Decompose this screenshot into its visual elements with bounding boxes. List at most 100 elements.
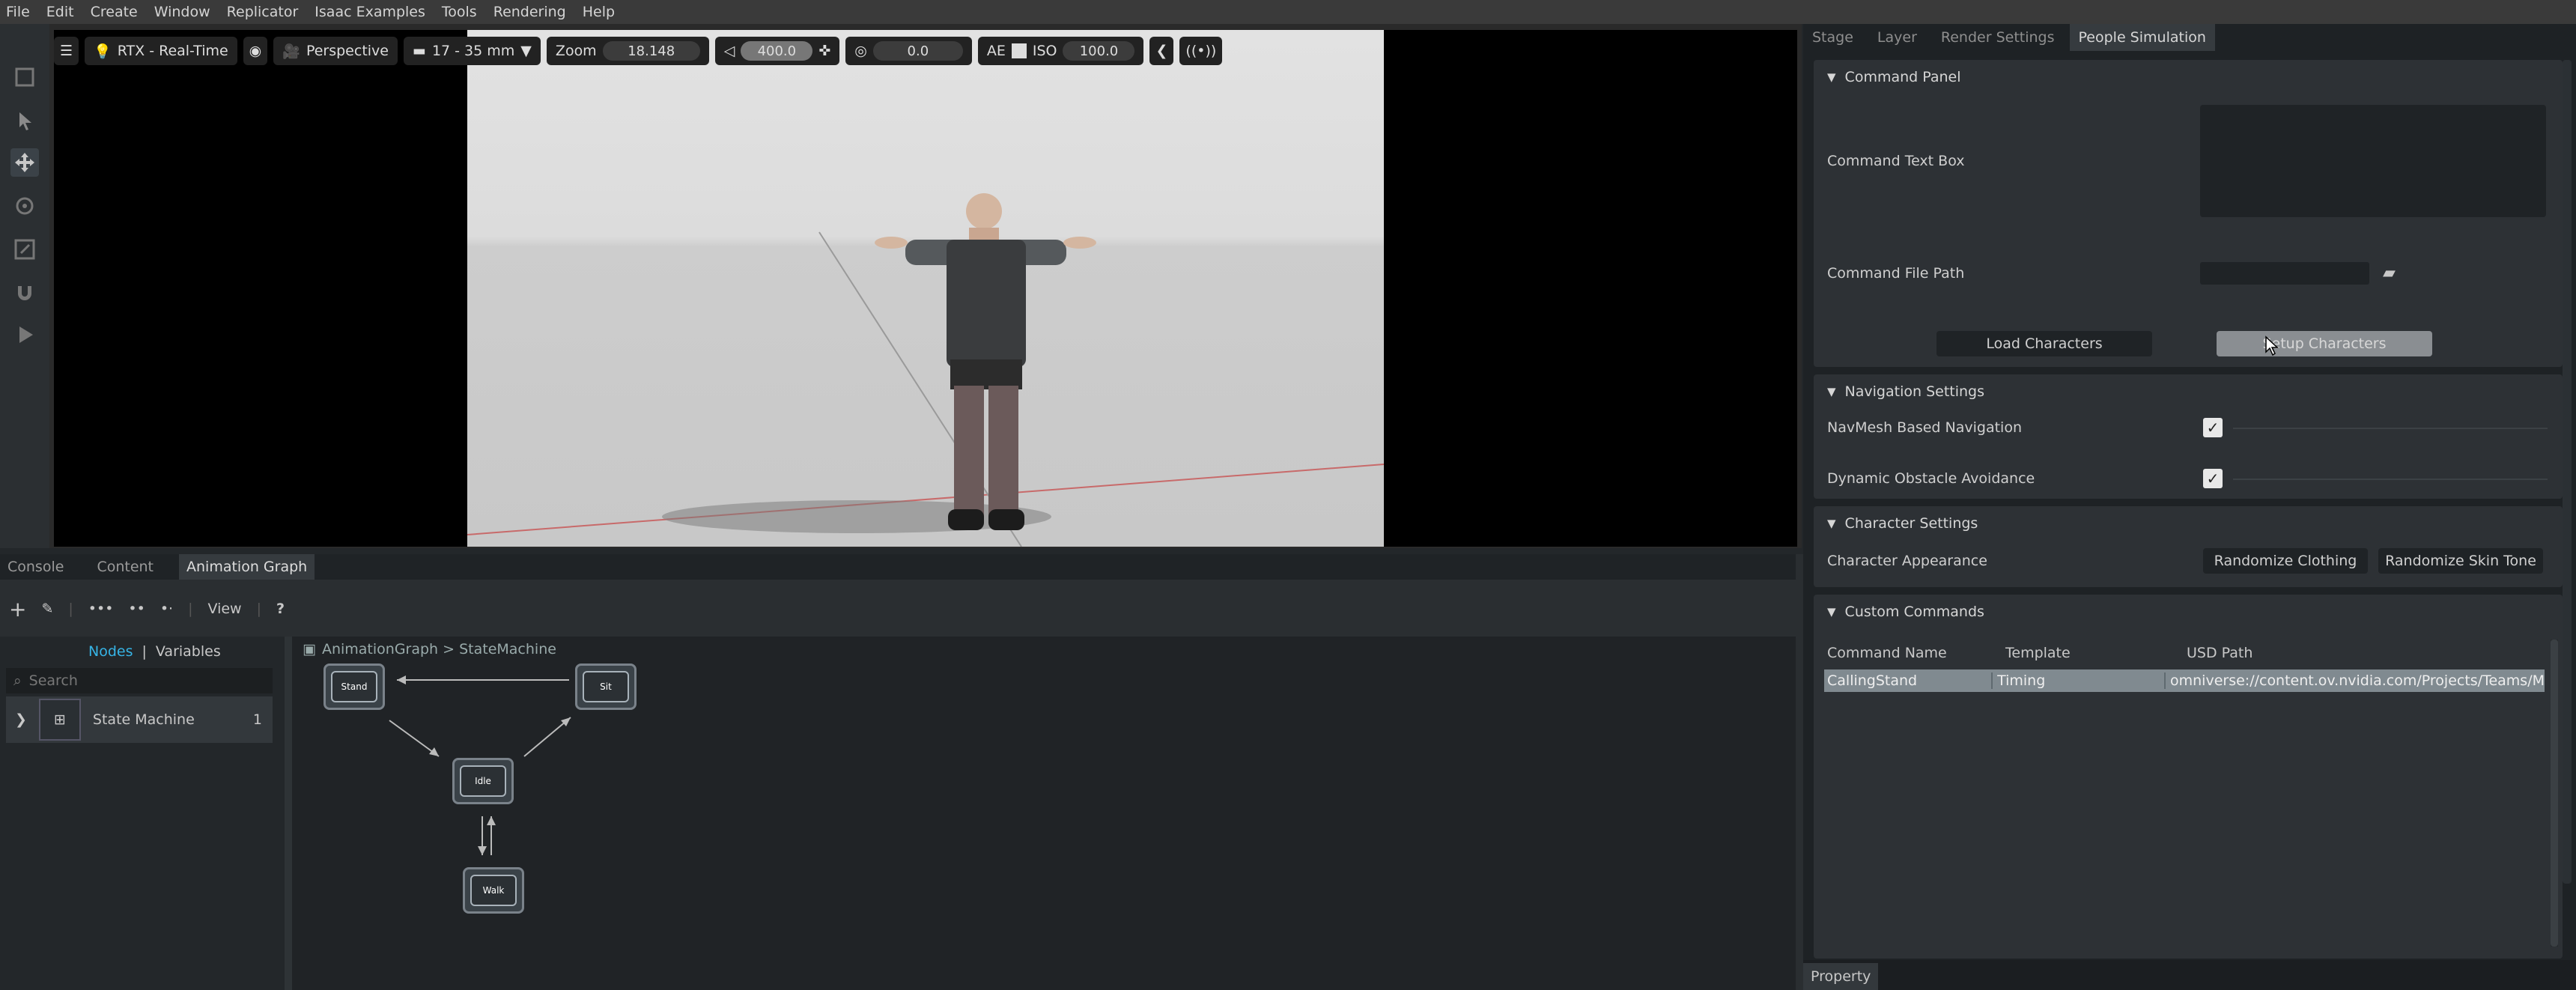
collapse-triangle-icon: ▼: [1827, 70, 1836, 84]
menu-rendering[interactable]: Rendering: [493, 4, 566, 20]
add-icon[interactable]: +: [9, 597, 26, 622]
menu-create[interactable]: Create: [91, 4, 138, 20]
menu-isaac-examples[interactable]: Isaac Examples: [315, 4, 425, 20]
visibility-eye-icon[interactable]: ◉: [243, 37, 268, 65]
camera-menu[interactable]: 🎥 Perspective: [273, 37, 398, 65]
menu-file[interactable]: File: [6, 4, 30, 20]
tab-content[interactable]: Content: [89, 554, 161, 580]
search-input[interactable]: ⌕ Search: [6, 668, 273, 693]
edit-pencil-icon[interactable]: ✎: [41, 601, 53, 617]
tab-animation-graph[interactable]: Animation Graph: [179, 554, 315, 580]
panel-splitter[interactable]: [285, 637, 292, 990]
folder-icon[interactable]: ▰: [2383, 264, 2396, 282]
scrollbar-track[interactable]: [2551, 640, 2558, 947]
help-icon[interactable]: ?: [276, 601, 285, 617]
tab-layer[interactable]: Layer: [1868, 24, 1926, 51]
tree-item-count: 1: [252, 711, 262, 728]
move-tool-icon[interactable]: [10, 148, 39, 177]
tab-people-simulation[interactable]: People Simulation: [2069, 24, 2215, 51]
navmesh-checkbox[interactable]: ✓: [2203, 418, 2223, 437]
randomize-skin-tone-button[interactable]: Randomize Skin Tone: [2378, 548, 2543, 574]
scale-tool-icon[interactable]: [10, 235, 39, 264]
navigation-settings-header[interactable]: ▼ Navigation Settings: [1814, 374, 2563, 409]
column-header-template[interactable]: Template: [2001, 645, 2182, 661]
play-icon[interactable]: [10, 321, 39, 349]
snap-magnet-icon[interactable]: [10, 279, 39, 307]
character-settings-header[interactable]: ▼ Character Settings: [1814, 506, 2563, 541]
focal-input[interactable]: 400.0: [741, 41, 813, 61]
command-panel-section: ▼ Command Panel Command Text Box Command …: [1814, 60, 2563, 367]
obstacle-avoidance-checkbox[interactable]: ✓: [2203, 469, 2223, 488]
lightbulb-icon: 💡: [94, 43, 112, 60]
tab-variables[interactable]: Variables: [156, 643, 221, 660]
scrollbar-thumb[interactable]: [2551, 640, 2558, 947]
command-file-path-label: Command File Path: [1827, 265, 1965, 282]
view-menu[interactable]: View: [208, 601, 242, 617]
camera-label: Perspective: [306, 43, 389, 59]
command-panel-header[interactable]: ▼ Command Panel: [1814, 60, 2563, 94]
dots-two-icon[interactable]: ••: [128, 601, 145, 617]
film-icon: ▬: [412, 43, 426, 59]
divider: |: [68, 601, 73, 617]
viewport-toolbar: [0, 24, 49, 548]
broadcast-icon[interactable]: ((•)): [1179, 37, 1223, 65]
select-mode-icon[interactable]: [10, 63, 39, 91]
tab-render-settings[interactable]: Render Settings: [1932, 24, 2064, 51]
chevron-right-icon: ❯: [15, 711, 27, 728]
load-characters-button[interactable]: Load Characters: [1936, 331, 2152, 356]
exposure-input[interactable]: 0.0: [872, 41, 963, 61]
rotate-tool-icon[interactable]: [10, 192, 39, 220]
commands-table-header: Command Name Template USD Path: [1824, 640, 2546, 666]
collapse-arrow-icon[interactable]: ❮: [1149, 37, 1174, 65]
collapse-triangle-icon: ▼: [1827, 517, 1836, 530]
iso-input[interactable]: 100.0: [1063, 41, 1135, 61]
menu-edit[interactable]: Edit: [46, 4, 74, 20]
tree-item-state-machine[interactable]: ❯ ⊞ State Machine 1: [6, 696, 273, 743]
state-node-sit[interactable]: Sit: [575, 663, 637, 710]
navigation-settings-section: ▼ Navigation Settings NavMesh Based Navig…: [1814, 374, 2563, 499]
right-panel-scrollbar[interactable]: [2563, 60, 2572, 884]
column-header-usd-path[interactable]: USD Path: [2182, 645, 2253, 661]
table-row[interactable]: CallingStand Timing omniverse://content.…: [1824, 669, 2545, 692]
search-placeholder: Search: [28, 672, 78, 689]
collapse-triangle-icon: ▼: [1827, 605, 1836, 619]
dot-one-icon[interactable]: •·: [160, 601, 173, 617]
column-header-command-name[interactable]: Command Name: [1824, 645, 2001, 661]
renderer-menu[interactable]: 💡 RTX - Real-Time: [85, 37, 237, 65]
state-node-stand[interactable]: Stand: [323, 663, 385, 710]
command-file-path-input[interactable]: [2200, 262, 2369, 285]
menu-help[interactable]: Help: [583, 4, 615, 20]
menu-window[interactable]: Window: [154, 4, 210, 20]
divider: [2233, 479, 2548, 480]
state-node-idle[interactable]: Idle: [452, 758, 514, 804]
panel-splitter[interactable]: [1796, 554, 1803, 990]
settings-sliders-icon[interactable]: ☰: [54, 37, 79, 65]
right-tab-bar: Stage Layer Render Settings People Simul…: [1803, 24, 2576, 51]
dots-three-icon[interactable]: •••: [88, 601, 114, 617]
tab-stage[interactable]: Stage: [1803, 24, 1862, 51]
custom-commands-header[interactable]: ▼ Custom Commands: [1814, 595, 2563, 629]
graph-canvas[interactable]: ▣ AnimationGraph > StateMachine Stand Si…: [292, 637, 1797, 990]
setup-characters-button[interactable]: Setup Characters: [2217, 331, 2432, 356]
divider: [2233, 428, 2548, 429]
zoom-control: Zoom 18.148: [546, 37, 709, 65]
tab-console[interactable]: Console: [0, 554, 71, 580]
crosshair-icon[interactable]: ✜: [818, 43, 830, 59]
divider: |: [188, 601, 193, 617]
scene-render[interactable]: [467, 30, 1385, 547]
scene-graphics: [467, 193, 1385, 547]
command-text-box[interactable]: [2200, 105, 2546, 217]
randomize-clothing-button[interactable]: Randomize Clothing: [2203, 548, 2368, 574]
state-label: Sit: [583, 671, 629, 702]
aperture-icon: ◁: [723, 43, 735, 59]
zoom-input[interactable]: 18.148: [602, 41, 700, 61]
menu-tools[interactable]: Tools: [442, 4, 477, 20]
menu-replicator[interactable]: Replicator: [227, 4, 299, 20]
ae-checkbox[interactable]: [1011, 43, 1027, 58]
tab-property[interactable]: Property: [1803, 963, 1879, 990]
select-arrow-icon[interactable]: [10, 106, 39, 135]
command-text-box-label: Command Text Box: [1827, 153, 1965, 169]
tab-nodes[interactable]: Nodes: [88, 643, 133, 660]
lens-menu[interactable]: ▬ 17 - 35 mm ▼: [403, 37, 541, 65]
state-node-walk[interactable]: Walk: [463, 867, 524, 914]
